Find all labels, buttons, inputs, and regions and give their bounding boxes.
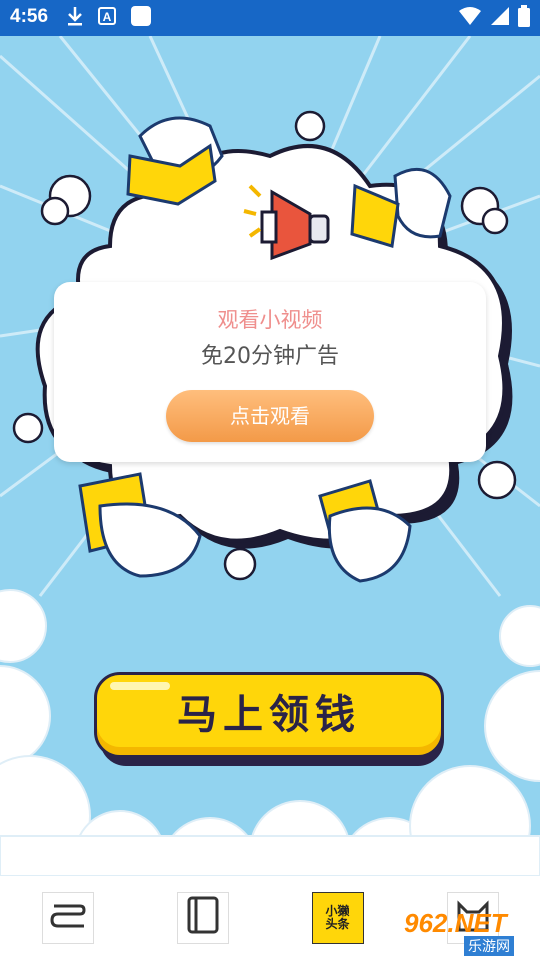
status-icons-right xyxy=(458,5,530,31)
swirl-icon xyxy=(48,898,88,938)
status-bar: 4:56 A xyxy=(0,0,540,36)
xiaolai-app-icon: 小獭 头条 xyxy=(325,905,349,931)
download-icon xyxy=(66,6,84,30)
status-icons-left: A xyxy=(66,5,152,31)
nav-item-book[interactable] xyxy=(176,892,229,944)
watch-video-button[interactable]: 点击观看 xyxy=(166,390,374,442)
book-icon xyxy=(186,896,220,940)
watermark-sub: 乐游网 xyxy=(464,936,514,956)
square-icon xyxy=(130,5,152,31)
claim-money-button[interactable]: 马上领钱 xyxy=(94,672,444,766)
claim-button-label: 马上领钱 xyxy=(177,692,361,738)
popup-subtitle: 免20分钟广告 xyxy=(201,344,339,369)
nav-item-label-line2: 头条 xyxy=(325,917,350,931)
battery-icon xyxy=(518,5,530,31)
a-icon: A xyxy=(98,7,116,29)
popup-title: 观看小视频 xyxy=(217,308,323,332)
nav-item-swirl[interactable] xyxy=(41,892,94,944)
svg-text:A: A xyxy=(103,10,112,24)
signal-icon xyxy=(490,6,510,30)
status-time: 4:56 xyxy=(10,6,49,27)
wifi-icon xyxy=(458,6,482,30)
nav-item-xiaolai[interactable]: 小獭 头条 xyxy=(311,892,364,944)
watermark: 962.NET 乐游网 xyxy=(404,908,534,956)
watch-video-popup: 观看小视频 免20分钟广告 点击观看 xyxy=(54,282,486,462)
promo-scene: 观看小视频 免20分钟广告 点击观看 马上领钱 xyxy=(0,36,540,876)
watermark-main: 962.NET xyxy=(404,908,507,938)
